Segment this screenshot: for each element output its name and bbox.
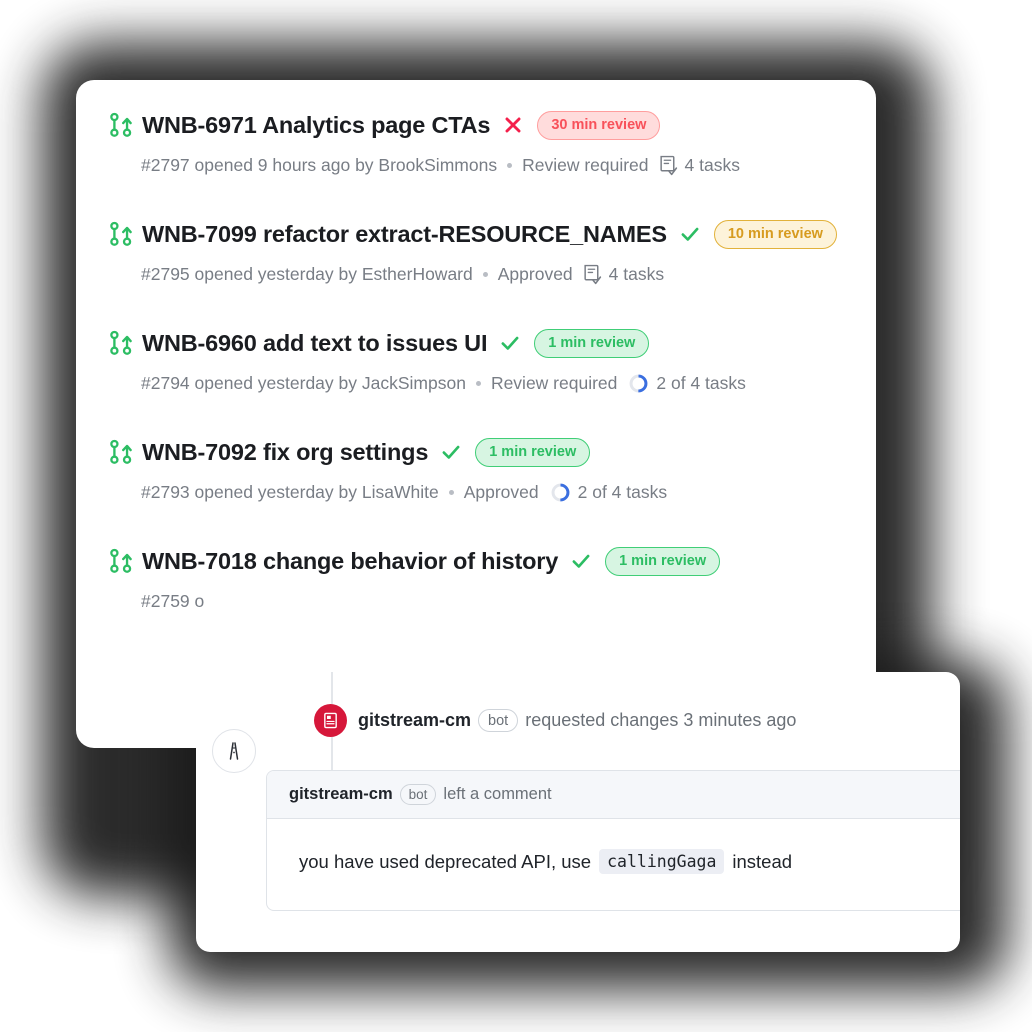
review-event-action: requested changes 3 minutes ago (525, 710, 797, 730)
check-mark-icon (501, 336, 519, 350)
pull-request-icon (110, 112, 132, 137)
pull-request-icon (110, 330, 132, 355)
avatar (212, 729, 256, 773)
check-mark-icon (681, 227, 699, 241)
inline-code-chip: callingGaga (599, 849, 725, 874)
pull-request-row[interactable]: WNB-7092 fix org settings 1 min review #… (110, 435, 842, 503)
review-event-row: gitstream-cm bot requested changes 3 min… (314, 704, 796, 737)
pull-request-meta-text: #2759 o (141, 591, 205, 611)
separator-dot (482, 272, 488, 277)
review-state-text: Review required (490, 373, 618, 393)
comment-box-header: gitstream-cm bot left a comment (267, 771, 960, 819)
comment-author-username[interactable]: gitstream-cm (289, 785, 393, 804)
requested-changes-icon (314, 704, 347, 737)
pull-request-title[interactable]: WNB-7018 change behavior of history (142, 548, 558, 575)
x-mark-icon (505, 117, 521, 133)
review-comment-inner: gitstream-cm bot requested changes 3 min… (196, 672, 960, 952)
review-comment-card: gitstream-cm bot requested changes 3 min… (196, 672, 960, 952)
separator-dot (475, 381, 481, 386)
road-logo-avatar-icon (229, 742, 239, 760)
progress-ring-icon (551, 483, 570, 502)
review-time-badge[interactable]: 1 min review (534, 328, 650, 358)
pull-request-icon (110, 439, 132, 464)
pull-request-row[interactable]: WNB-6971 Analytics page CTAs 30 min revi… (110, 108, 842, 176)
tasks-count-text: 2 of 4 tasks (577, 482, 668, 502)
review-time-badge[interactable]: 10 min review (713, 219, 837, 249)
bot-badge: bot (478, 709, 519, 732)
pull-request-meta-text: #2795 opened yesterday by EstherHoward (141, 264, 473, 284)
pull-request-row[interactable]: WNB-7099 refactor extract-RESOURCE_NAMES… (110, 217, 842, 285)
review-event-text: gitstream-cm bot requested changes 3 min… (358, 709, 796, 732)
pull-request-meta-line: #2795 opened yesterday by EstherHoward A… (110, 264, 842, 285)
bot-badge: bot (399, 784, 437, 805)
pull-request-icon (110, 548, 132, 573)
pull-request-meta-text: #2797 opened 9 hours ago by BrookSimmons (141, 155, 498, 175)
pull-request-row[interactable]: WNB-6960 add text to issues UI 1 min rev… (110, 326, 842, 394)
pull-request-meta-line: #2759 o (110, 591, 842, 612)
pull-request-meta-line: #2797 opened 9 hours ago by BrookSimmons… (110, 155, 842, 176)
pull-request-title-line: WNB-6971 Analytics page CTAs 30 min revi… (110, 108, 842, 142)
comment-text-before: you have used deprecated API, use (299, 850, 592, 872)
comment-box-body: you have used deprecated API, use callin… (267, 819, 960, 910)
tasks-count-text: 2 of 4 tasks (656, 373, 746, 393)
tasks-count-text: 4 tasks (608, 264, 665, 284)
review-time-badge[interactable]: 30 min review (537, 110, 661, 140)
progress-ring-icon (629, 374, 648, 393)
tasklist-icon (659, 155, 677, 176)
separator-dot (448, 490, 454, 495)
pull-request-title[interactable]: WNB-6960 add text to issues UI (142, 330, 487, 357)
pull-request-title[interactable]: WNB-7092 fix org settings (142, 439, 428, 466)
check-mark-icon (442, 445, 460, 459)
pull-request-meta-line: #2793 opened yesterday by LisaWhite Appr… (110, 482, 842, 503)
pull-request-title-line: WNB-7092 fix org settings 1 min review (110, 435, 842, 469)
pull-request-row[interactable]: WNB-7018 change behavior of history 1 mi… (110, 544, 842, 612)
review-state-text: Approved (463, 482, 539, 502)
review-state-text: Approved (497, 264, 573, 284)
pull-request-list: WNB-6971 Analytics page CTAs 30 min revi… (76, 80, 876, 612)
pull-request-title-line: WNB-6960 add text to issues UI 1 min rev… (110, 326, 842, 360)
comment-box: gitstream-cm bot left a comment you have… (266, 770, 960, 911)
pull-request-list-card: WNB-6971 Analytics page CTAs 30 min revi… (76, 80, 876, 748)
pull-request-title[interactable]: WNB-6971 Analytics page CTAs (142, 112, 491, 139)
tasks-count-text: 4 tasks (684, 155, 740, 175)
review-time-badge[interactable]: 1 min review (605, 546, 721, 576)
review-state-text: Review required (522, 155, 649, 175)
check-mark-icon (572, 554, 590, 568)
pull-request-meta-line: #2794 opened yesterday by JackSimpson Re… (110, 373, 842, 394)
pull-request-icon (110, 221, 132, 246)
pull-request-title-line: WNB-7018 change behavior of history 1 mi… (110, 544, 842, 578)
comment-text-after: instead (732, 850, 793, 872)
pull-request-meta-text: #2794 opened yesterday by JackSimpson (141, 373, 466, 393)
separator-dot (507, 163, 513, 168)
tasklist-icon (584, 264, 601, 285)
pull-request-title[interactable]: WNB-7099 refactor extract-RESOURCE_NAMES (142, 221, 667, 248)
screenshot-stage: WNB-6971 Analytics page CTAs 30 min revi… (0, 0, 1032, 1032)
comment-header-action: left a comment (443, 785, 552, 803)
review-time-badge[interactable]: 1 min review (475, 437, 591, 467)
file-diff-glyph-icon (324, 712, 337, 729)
pull-request-title-line: WNB-7099 refactor extract-RESOURCE_NAMES… (110, 217, 842, 251)
review-event-username[interactable]: gitstream-cm (358, 710, 471, 731)
pull-request-meta-text: #2793 opened yesterday by LisaWhite (141, 482, 439, 502)
